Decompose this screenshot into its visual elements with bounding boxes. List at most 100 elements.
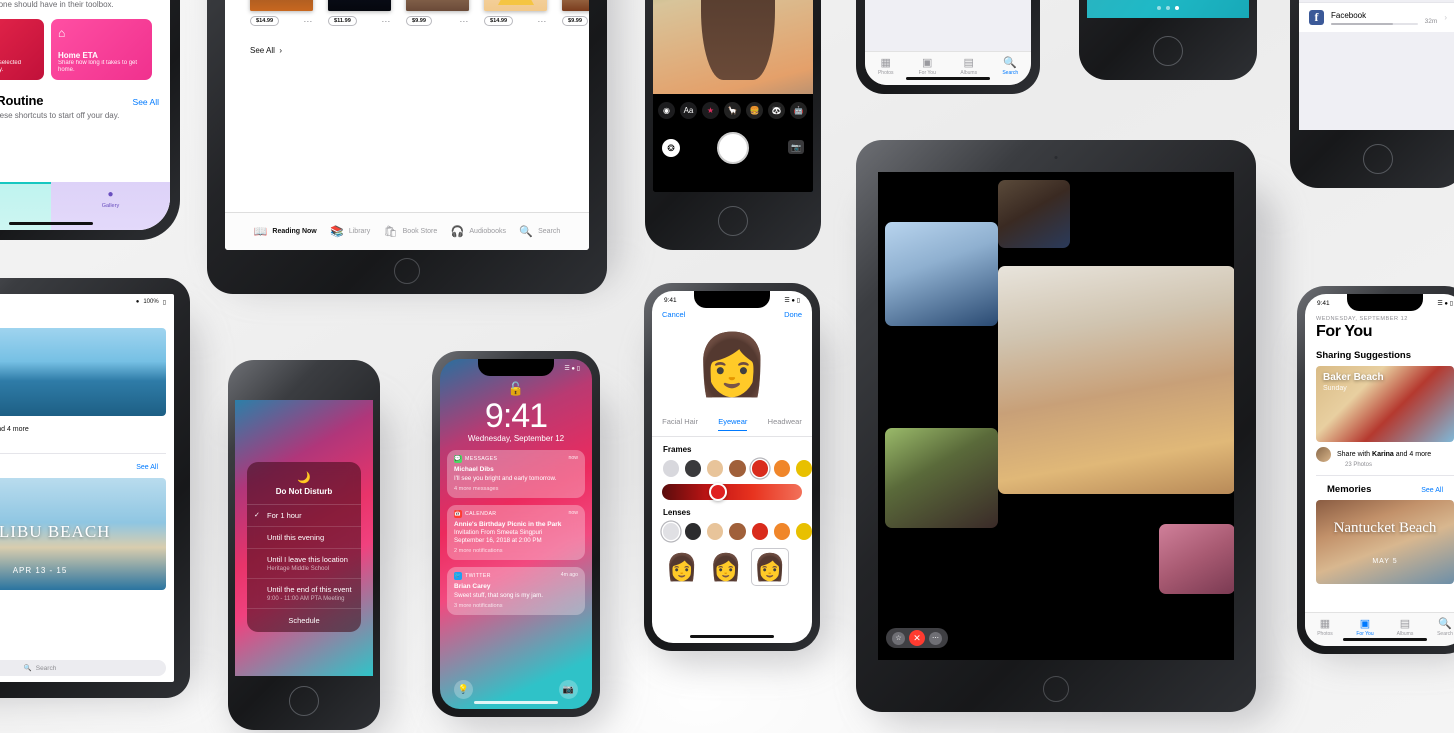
dnd-option-for-1-hour[interactable]: ✓ For 1 hour	[247, 505, 361, 527]
lens-color-swatch[interactable]	[707, 523, 724, 540]
search-bar[interactable]: 🔍 Search	[0, 660, 166, 676]
effects-button[interactable]: ❂	[662, 139, 680, 157]
book-price[interactable]: $14.99	[484, 16, 514, 26]
book-item[interactable]: VICTORIA AVEYARD WAR STORM $11.99 ⋯	[328, 0, 391, 26]
home-button[interactable]	[394, 258, 420, 284]
facetime-tile-main-speaker[interactable]	[998, 266, 1234, 494]
end-call-button[interactable]: ✕	[909, 630, 925, 646]
notification-calendar[interactable]: 📅 CALENDAR now Annie's Birthday Picnic i…	[447, 504, 585, 560]
see-all-link[interactable]: See All ›	[225, 26, 589, 55]
tab-albums[interactable]: ▤ Albums	[1385, 613, 1425, 646]
lens-color-swatch[interactable]	[663, 523, 680, 540]
home-button[interactable]	[289, 686, 319, 716]
notification-more[interactable]: 2 more notifications	[454, 548, 578, 554]
effects-icon[interactable]: ◉	[658, 102, 675, 119]
schedule-button[interactable]: Schedule	[247, 609, 361, 632]
panda-emoji-icon[interactable]: 🐼	[768, 102, 785, 119]
book-item[interactable]: LIANE MORIARTY BIG LITTLE LIES $9.99 ⋯	[406, 0, 469, 26]
llama-emoji-icon[interactable]: 🦙	[724, 102, 741, 119]
home-button[interactable]	[1043, 676, 1069, 702]
book-item[interactable]: JOHN GRISHAM CAMINO ISLAND $9.99 ⋯	[562, 0, 589, 26]
tab-audiobooks[interactable]: 🎧 Audiobooks	[451, 225, 506, 238]
frame-color-swatch[interactable]	[773, 460, 790, 477]
text-effect-icon[interactable]: Aa	[680, 102, 697, 119]
lens-color-swatch[interactable]	[751, 523, 768, 540]
home-button[interactable]	[1153, 36, 1183, 66]
flip-camera-button[interactable]: 📷	[788, 140, 804, 154]
suggestion-photo[interactable]: Bay	[0, 328, 166, 416]
book-cover[interactable]: VICTORIA AVEYARD WAR STORM	[328, 0, 391, 11]
book-cover[interactable]: LIANE MORIARTY BIG LITTLE LIES	[406, 0, 469, 11]
lens-color-swatch[interactable]	[773, 523, 790, 540]
notification-more[interactable]: 4 more messages	[454, 486, 578, 492]
effects-button[interactable]: ☆	[892, 631, 905, 645]
book-cover[interactable]: DAVID BALDACCI THE FALLEN	[250, 0, 313, 11]
more-icon[interactable]: ⋯	[303, 16, 313, 25]
see-all-link[interactable]: See All	[133, 97, 159, 107]
lens-color-swatch[interactable]	[685, 523, 702, 540]
robot-emoji-icon[interactable]: 🤖	[790, 102, 807, 119]
tab-book-store[interactable]: 🛍 Book Store	[384, 225, 438, 238]
tab-search[interactable]: 🔍 Search	[990, 52, 1032, 85]
facetime-tile-left-upper[interactable]	[885, 222, 998, 326]
tab-for-you[interactable]: ▣ For You	[907, 52, 949, 85]
more-icon[interactable]: ⋯	[537, 16, 547, 25]
tab-albums[interactable]: ▤ Albums	[948, 52, 990, 85]
home-button[interactable]	[718, 206, 748, 236]
frame-color-swatch[interactable]	[663, 460, 680, 477]
page-dot[interactable]	[1157, 6, 1161, 10]
shortcut-card-home-eta[interactable]: ⌂ Home ETA Share how long it takes to ge…	[51, 19, 152, 80]
tab-search[interactable]: 🔍 Search	[519, 225, 560, 238]
tab-eyewear[interactable]: Eyewear	[718, 417, 748, 431]
flashlight-button[interactable]: 💡	[454, 680, 473, 699]
lens-color-swatch[interactable]	[795, 523, 812, 540]
lens-color-swatch[interactable]	[729, 523, 746, 540]
book-price[interactable]: $11.99	[328, 16, 357, 26]
app-row-facebook[interactable]: f Facebook 32m ›	[1299, 2, 1454, 32]
tab-search[interactable]: 🔍 Search	[1425, 613, 1454, 646]
dnd-option-until-evening[interactable]: Until this evening	[247, 527, 361, 549]
shutter-button[interactable]	[717, 132, 749, 164]
see-all-link[interactable]: See All	[0, 453, 166, 471]
tab-library[interactable]: 📚 Library	[330, 225, 370, 238]
book-price[interactable]: $9.99	[562, 16, 588, 26]
tab-reading-now[interactable]: 📖 Reading Now	[254, 225, 317, 238]
shapes-icon[interactable]: ★	[702, 102, 719, 119]
more-icon[interactable]: ⋯	[459, 16, 469, 25]
book-price[interactable]: $9.99	[406, 16, 432, 26]
frame-color-swatch[interactable]	[685, 460, 702, 477]
notification-more[interactable]: 3 more notifications	[454, 603, 578, 609]
share-row[interactable]: Share with Lynne and 4 more	[0, 416, 166, 437]
book-item[interactable]: DAVID BALDACCI THE FALLEN $14.99 ⋯	[250, 0, 313, 26]
notification-messages[interactable]: 💬 MESSAGES now Michael Dibs I'll see you…	[447, 450, 585, 498]
memory-card-nantucket[interactable]: Nantucket Beach MAY 5	[1316, 500, 1454, 584]
facetime-tile-bottom-right[interactable]	[1159, 524, 1234, 594]
page-dot[interactable]	[1166, 6, 1170, 10]
sharing-suggestion-card[interactable]: Bay Share with Lynne and 4 more Photos	[0, 328, 166, 444]
dnd-option-until-leave-location[interactable]: Until I leave this location Heritage Mid…	[247, 549, 361, 579]
facetime-tile-top[interactable]	[998, 180, 1070, 248]
see-all-link[interactable]: See All	[1421, 487, 1443, 494]
suggestion-card-baker-beach[interactable]: Baker Beach Sunday	[1316, 366, 1454, 442]
more-button[interactable]: ⋯	[929, 631, 942, 645]
memoji-thumb-no-glasses[interactable]: 👩	[663, 548, 701, 586]
share-row[interactable]: Share with Karina and 4 more	[1305, 442, 1454, 462]
memoji-thumb-glasses-a[interactable]: 👩	[707, 548, 745, 586]
home-button[interactable]	[1363, 144, 1393, 174]
shortcut-card-play-playlist[interactable]: ☰ Play Playlist Start playing a preselec…	[0, 19, 44, 80]
frames-color-slider[interactable]	[662, 483, 802, 501]
page-dot-active[interactable]	[1175, 6, 1179, 10]
slider-knob[interactable]	[709, 483, 727, 501]
done-button[interactable]: Done	[784, 310, 802, 319]
cancel-button[interactable]: Cancel	[662, 310, 685, 319]
more-icon[interactable]: ⋯	[381, 16, 391, 25]
facetime-tile-left-lower[interactable]	[885, 428, 998, 528]
memory-card-malibu[interactable]: MALIBU BEACH APR 13 - 15	[0, 478, 166, 590]
camera-button[interactable]: 📷	[559, 680, 578, 699]
book-cover[interactable]: Elin Hilderbrand The Perfect Couple	[484, 0, 547, 11]
frame-color-swatch[interactable]	[795, 460, 812, 477]
tab-photos[interactable]: ▦ Photos	[865, 52, 907, 85]
tab-facial-hair[interactable]: Facial Hair	[662, 417, 698, 431]
notification-twitter[interactable]: 🐦 TWITTER 4m ago Brian Carey Sweet stuff…	[447, 567, 585, 615]
book-cover[interactable]: JOHN GRISHAM CAMINO ISLAND	[562, 0, 589, 11]
